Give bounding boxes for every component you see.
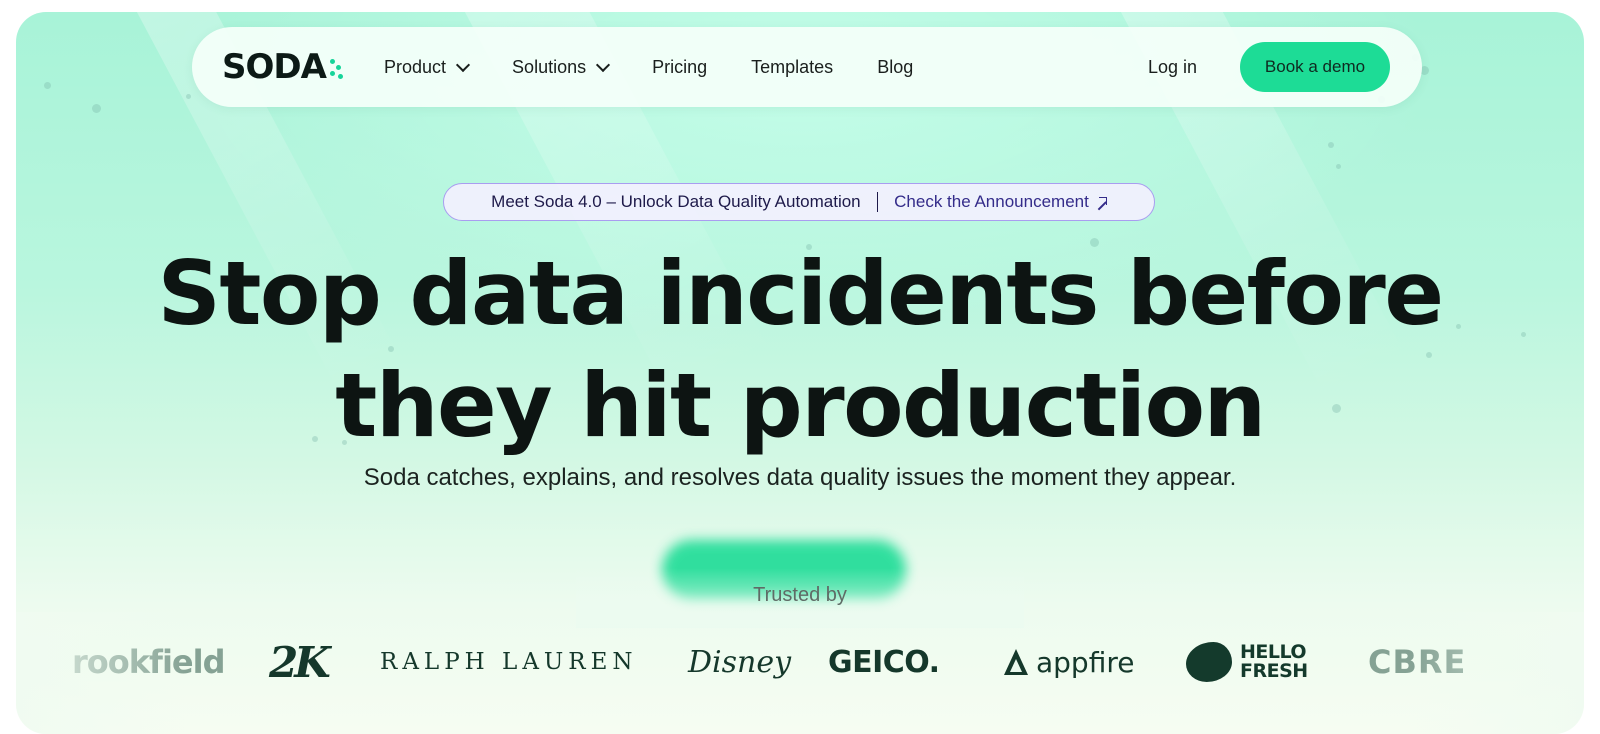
headline-line-1: Stop data incidents before: [157, 242, 1444, 345]
announcement-banner[interactable]: Meet Soda 4.0 – Unlock Data Quality Auto…: [443, 183, 1155, 221]
nav-item-label: Pricing: [652, 56, 708, 77]
nav-item-product[interactable]: Product: [384, 56, 471, 78]
announcement-separator: [876, 192, 879, 212]
bubble-dot: [186, 94, 191, 99]
nav-item-label: Product: [384, 56, 447, 77]
customer-logo-strip: rookfield 2K RALPH LAUREN Disney GEICO. …: [16, 632, 1584, 692]
nav-item-label: Solutions: [512, 56, 587, 77]
lime-icon: [1186, 642, 1232, 682]
logo-dots-icon: [328, 59, 344, 85]
chevron-down-icon: [455, 57, 471, 72]
geico-logo: GEICO.: [828, 644, 940, 680]
nav-item-label: Blog: [877, 56, 914, 77]
arrow-up-right-icon: [1097, 197, 1107, 207]
soda-logo[interactable]: SODA: [222, 47, 344, 87]
nav-item-label: Templates: [751, 56, 834, 77]
hellofresh-wordmark: HELLO FRESH: [1240, 643, 1308, 681]
bubble-dot: [92, 104, 101, 113]
nav-item-pricing[interactable]: Pricing: [652, 57, 707, 78]
2k-logo: 2K: [269, 637, 331, 687]
logo-wordmark: SODA: [222, 47, 327, 87]
book-demo-button[interactable]: Book a demo: [1240, 42, 1390, 92]
hellofresh-line-2: FRESH: [1240, 660, 1308, 682]
appfire-mark-icon: [1004, 649, 1028, 675]
nav-item-solutions[interactable]: Solutions: [512, 56, 611, 78]
headline-line-2: they hit production: [335, 354, 1266, 457]
login-link[interactable]: Log in: [1148, 27, 1197, 107]
ralph-lauren-logo: RALPH LAUREN: [380, 649, 638, 675]
announcement-text: Meet Soda 4.0 – Unlock Data Quality Auto…: [491, 192, 861, 211]
cbre-logo: CBRE: [1368, 643, 1467, 681]
hellofresh-logo: HELLO FRESH: [1186, 632, 1308, 692]
trusted-by-label: Trusted by: [753, 584, 847, 606]
disney-logo: Disney: [688, 644, 792, 680]
brookfield-logo: rookfield: [72, 643, 225, 681]
nav-links: Product Solutions Pricing Templates Blog: [384, 27, 957, 107]
bubble-dot: [44, 82, 51, 89]
announcement-link[interactable]: Check the Announcement: [894, 192, 1089, 212]
hero-section: SODA Product Solutions Pricing Templates: [16, 12, 1584, 734]
appfire-wordmark: appfire: [1036, 645, 1135, 679]
hero-headline: Stop data incidents before they hit prod…: [16, 238, 1584, 462]
top-navigation: SODA Product Solutions Pricing Templates: [192, 27, 1422, 107]
bubble-dot: [1328, 142, 1334, 148]
appfire-logo: appfire: [1004, 632, 1134, 692]
nav-item-blog[interactable]: Blog: [877, 57, 913, 78]
nav-item-templates[interactable]: Templates: [751, 57, 833, 78]
bubble-dot: [1336, 164, 1341, 169]
chevron-down-icon: [596, 57, 611, 72]
hero-subheadline: Soda catches, explains, and resolves dat…: [363, 464, 1237, 491]
